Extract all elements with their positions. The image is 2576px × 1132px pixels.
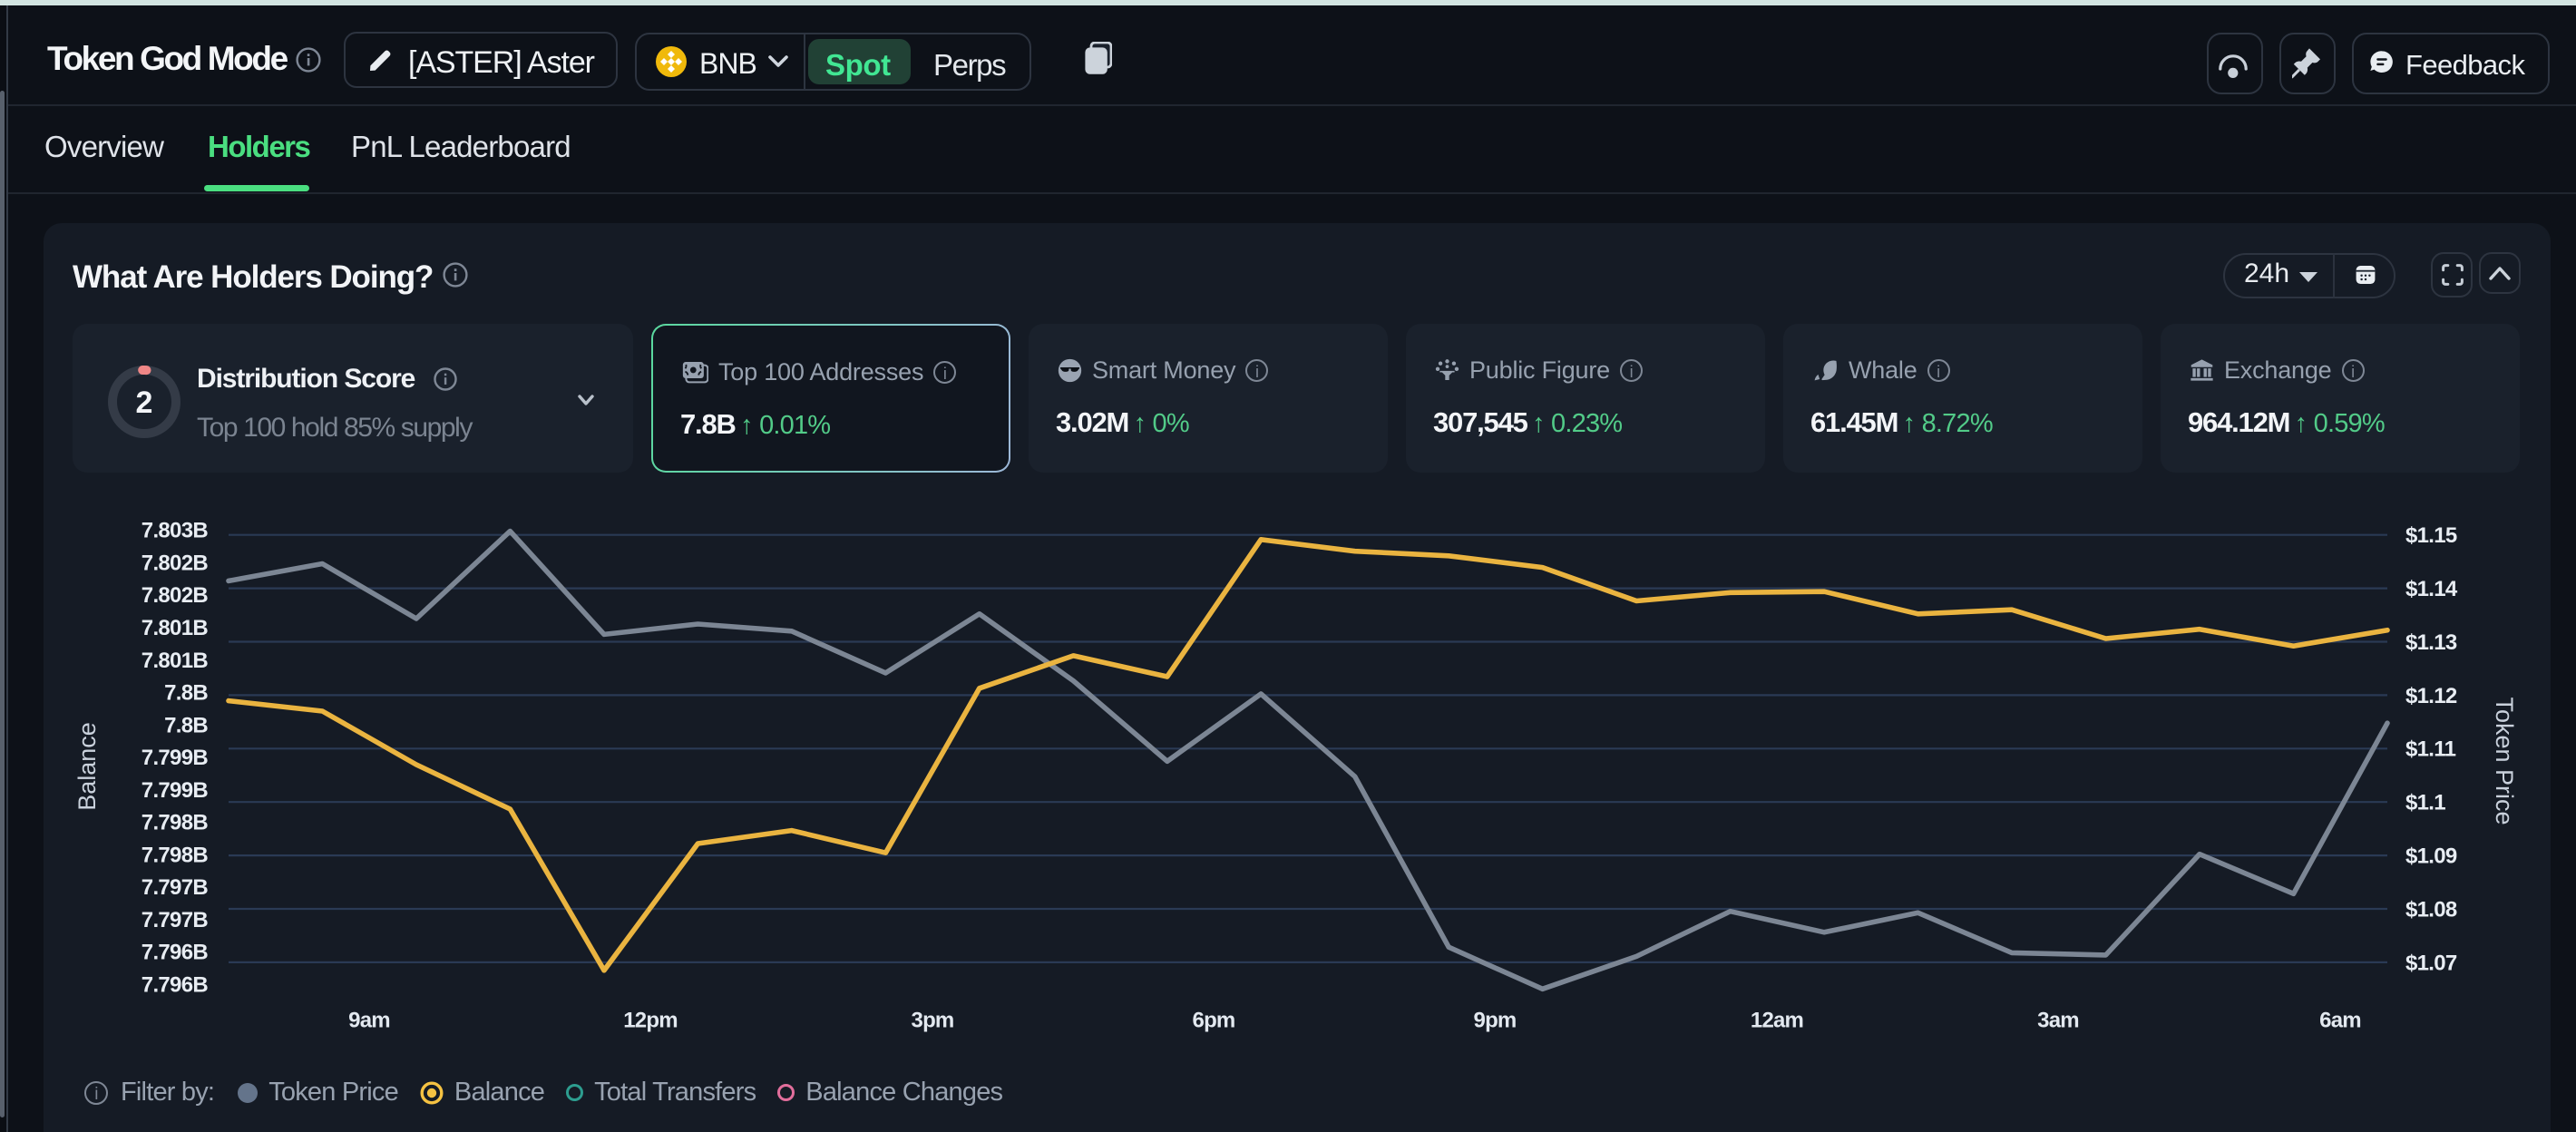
svg-text:7.799B: 7.799B <box>141 778 209 803</box>
svg-text:12am: 12am <box>1751 1008 1803 1032</box>
svg-text:6pm: 6pm <box>1193 1008 1235 1032</box>
svg-text:$1.1: $1.1 <box>2405 791 2445 815</box>
svg-text:7.799B: 7.799B <box>141 746 209 770</box>
svg-text:7.796B: 7.796B <box>141 972 209 997</box>
svg-text:Balance: Balance <box>73 722 101 811</box>
svg-text:7.796B: 7.796B <box>141 941 209 965</box>
svg-text:7.8B: 7.8B <box>164 681 208 706</box>
svg-text:$1.11: $1.11 <box>2405 737 2456 762</box>
svg-text:3am: 3am <box>2037 1008 2079 1032</box>
svg-text:3pm: 3pm <box>912 1008 954 1032</box>
svg-text:9am: 9am <box>348 1008 390 1032</box>
svg-text:$1.14: $1.14 <box>2405 577 2458 601</box>
svg-text:7.797B: 7.797B <box>141 875 209 900</box>
svg-text:7.801B: 7.801B <box>141 649 209 673</box>
svg-text:$1.07: $1.07 <box>2405 951 2457 975</box>
svg-text:9pm: 9pm <box>1474 1008 1517 1032</box>
svg-text:7.802B: 7.802B <box>141 551 209 575</box>
svg-text:6am: 6am <box>2319 1008 2361 1032</box>
svg-text:$1.08: $1.08 <box>2405 897 2457 922</box>
svg-text:$1.12: $1.12 <box>2405 684 2457 708</box>
svg-text:7.798B: 7.798B <box>141 843 209 867</box>
svg-text:$1.15: $1.15 <box>2405 523 2457 548</box>
svg-text:7.803B: 7.803B <box>141 519 209 543</box>
svg-text:$1.09: $1.09 <box>2405 844 2457 869</box>
svg-text:7.801B: 7.801B <box>141 616 209 640</box>
svg-text:7.8B: 7.8B <box>164 713 208 737</box>
svg-text:12pm: 12pm <box>623 1008 678 1032</box>
svg-text:$1.13: $1.13 <box>2405 630 2457 655</box>
svg-text:7.802B: 7.802B <box>141 583 209 608</box>
svg-text:Token Price: Token Price <box>2491 697 2518 825</box>
svg-text:7.798B: 7.798B <box>141 811 209 835</box>
svg-text:7.797B: 7.797B <box>141 908 209 932</box>
